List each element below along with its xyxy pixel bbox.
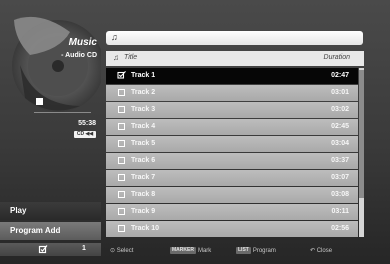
path-bar: ♫ [106, 31, 363, 45]
progress-knob[interactable] [36, 98, 43, 105]
track-title: Track 10 [131, 225, 160, 232]
program-mark-icon [38, 245, 48, 254]
track-row[interactable]: Track 3 03:02 [106, 102, 358, 118]
select-icon: ⊙ [110, 248, 116, 254]
time-display: 55:38 [78, 120, 96, 127]
list-key: LIST [236, 247, 251, 254]
audio-badge: CD ◀◀ [74, 131, 96, 138]
track-title: Track 4 [131, 123, 156, 130]
program-counter: 1 [0, 243, 101, 256]
track-row[interactable]: Track 9 03:11 [106, 204, 358, 220]
left-panel: Music - Audio CD 55:38 CD ◀◀ Play Progra… [0, 0, 101, 264]
checkbox-icon [118, 174, 125, 181]
help-program-label: Program [252, 248, 276, 254]
track-list: Track 1 02:47 Track 2 03:01 Track 3 03:02 Trac… [106, 68, 358, 238]
track-row[interactable]: Track 5 03:04 [106, 136, 358, 152]
checkbox-icon [118, 208, 125, 215]
track-duration: 03:02 [331, 106, 349, 113]
help-bar: ⊙ Select MARKER Mark LIST Program ↶ Close [106, 244, 364, 258]
help-program: LIST Program [236, 247, 276, 254]
checkbox-icon [118, 123, 125, 130]
mode-title: Music [68, 37, 97, 48]
track-duration: 03:11 [331, 208, 349, 215]
help-close: ↶ Close [310, 247, 332, 254]
track-row[interactable]: Track 7 03:07 [106, 170, 358, 186]
scroll-thumb[interactable] [359, 70, 364, 198]
mode-subtitle: - Audio CD [61, 52, 97, 59]
checkbox-icon [118, 225, 125, 232]
track-duration: 02:47 [331, 72, 349, 79]
track-duration: 03:04 [331, 140, 349, 147]
disc-art-icon [12, 16, 101, 112]
track-duration: 03:08 [331, 191, 349, 198]
track-title: Track 9 [131, 208, 156, 215]
column-header-title: Title [124, 54, 138, 61]
track-row[interactable]: Track 4 02:45 [106, 119, 358, 135]
list-header: ♫ Title Duration [106, 51, 364, 66]
track-duration: 02:45 [331, 123, 349, 130]
help-mark: MARKER Mark [170, 247, 211, 254]
checkbox-icon [118, 157, 125, 164]
track-title: Track 2 [131, 89, 156, 96]
counter-value: 1 [82, 245, 86, 252]
track-title: Track 6 [131, 157, 156, 164]
help-mark-label: Mark [197, 248, 212, 254]
track-row[interactable]: Track 1 02:47 [106, 68, 358, 84]
scrollbar[interactable] [359, 68, 364, 237]
menu-item-program-add[interactable]: Program Add [0, 222, 101, 240]
help-select: ⊙ Select [110, 247, 133, 254]
screen: Music - Audio CD 55:38 CD ◀◀ Play Progra… [0, 0, 390, 264]
track-row[interactable]: Track 2 03:01 [106, 85, 358, 101]
help-close-label: Close [316, 248, 333, 254]
track-title: Track 3 [131, 106, 156, 113]
checkbox-icon [118, 106, 125, 113]
track-duration: 03:01 [331, 89, 349, 96]
track-row[interactable]: Track 6 03:37 [106, 153, 358, 169]
checkbox-icon [118, 89, 125, 96]
column-header-duration: Duration [323, 54, 350, 61]
marker-key: MARKER [170, 247, 196, 254]
track-row[interactable]: Track 8 03:08 [106, 187, 358, 203]
track-duration: 03:07 [331, 174, 349, 181]
progress-track [34, 112, 91, 113]
checked-mark-icon [117, 71, 126, 79]
return-icon: ↶ [310, 248, 316, 254]
track-row[interactable]: Track 10 02:56 [106, 221, 358, 237]
music-note-icon: ♫ [113, 53, 119, 62]
menu-item-play[interactable]: Play [0, 202, 101, 220]
track-duration: 02:56 [331, 225, 349, 232]
track-title: Track 7 [131, 174, 156, 181]
track-title: Track 5 [131, 140, 156, 147]
track-title: Track 1 [131, 72, 156, 79]
music-note-icon: ♫ [111, 32, 118, 42]
checkbox-icon [118, 191, 125, 198]
checkbox-icon [118, 140, 125, 147]
track-duration: 03:37 [331, 157, 349, 164]
track-title: Track 8 [131, 191, 156, 198]
help-select-label: Select [116, 248, 134, 254]
